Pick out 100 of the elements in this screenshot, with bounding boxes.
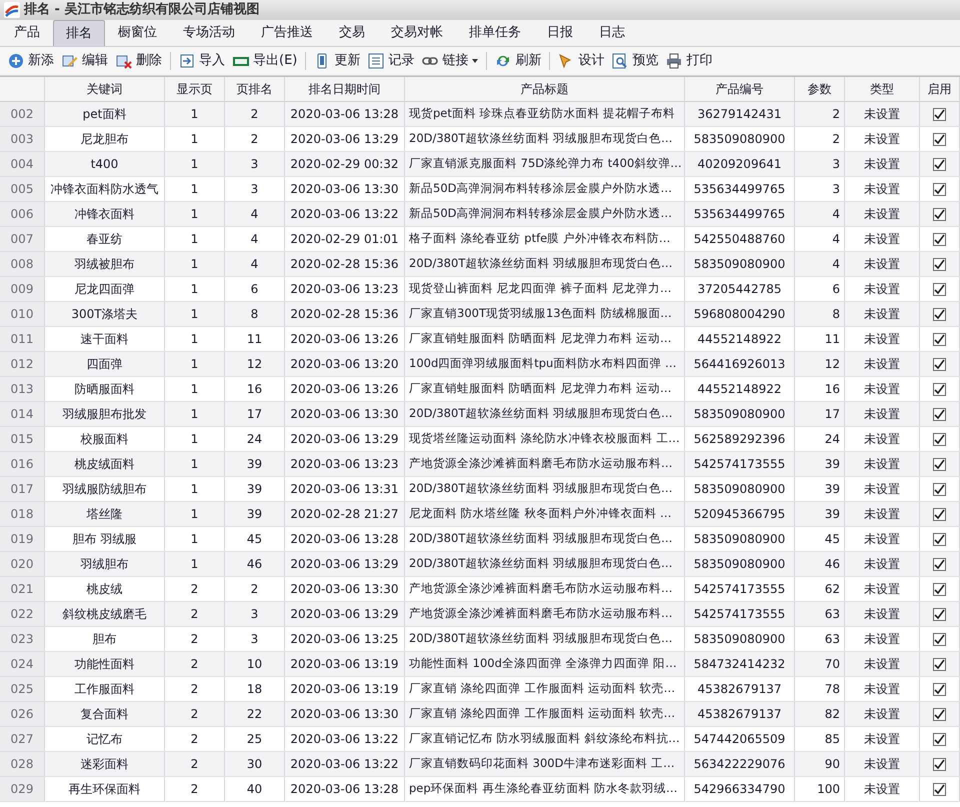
toolbar-button[interactable]: 打印 xyxy=(662,49,716,73)
row-number: 008 xyxy=(0,252,45,276)
checkbox[interactable] xyxy=(933,432,946,446)
column-header[interactable]: 产品标题 xyxy=(405,77,685,101)
checkbox[interactable] xyxy=(933,558,946,570)
table-cell: 新品50D高弹洞洞布料转移涂层金膜户外防水透… xyxy=(405,202,685,226)
table-cell: pet面料 xyxy=(45,102,165,126)
table-cell: 4 xyxy=(225,202,285,226)
menu-tab[interactable]: 广告推送 xyxy=(248,20,326,46)
checkbox[interactable] xyxy=(933,682,946,696)
table-cell: 20D/380T超软涤丝纺面料 羽绒服胆布现货白色… xyxy=(405,477,685,501)
toolbar-button[interactable]: 删除 xyxy=(112,49,166,73)
table-cell: 39 xyxy=(225,502,285,526)
checkbox[interactable] xyxy=(933,258,946,270)
table-cell: 37205442785 xyxy=(685,277,795,301)
column-header[interactable]: 产品编号 xyxy=(685,77,795,101)
checkbox[interactable] xyxy=(933,182,946,196)
table-cell: 542574173555 xyxy=(685,602,795,626)
toolbar-button[interactable]: 刷新 xyxy=(491,49,546,73)
toolbar-button[interactable]: 编辑 xyxy=(58,49,112,73)
table-cell: 1 xyxy=(165,502,225,526)
toolbar-button[interactable]: 导入 xyxy=(175,49,229,73)
table-cell: 1 xyxy=(165,252,225,276)
checkbox[interactable] xyxy=(933,282,946,296)
table-cell: 6 xyxy=(225,277,285,301)
toolbar-button[interactable]: 新添 xyxy=(4,49,58,73)
column-header[interactable]: 排名日期时间 xyxy=(285,77,405,101)
table-cell: 2 xyxy=(225,102,285,126)
checkbox[interactable] xyxy=(933,632,946,646)
table-cell: 2020-03-06 13:31 xyxy=(285,477,405,501)
table-cell: 2 xyxy=(165,677,225,701)
checkbox[interactable] xyxy=(933,358,946,370)
menu-tab[interactable]: 产品 xyxy=(1,20,53,46)
column-header[interactable]: 显示页 xyxy=(165,77,225,101)
row-number: 013 xyxy=(0,377,45,401)
table-cell: 冲锋衣面料防水透气 xyxy=(45,177,165,201)
checkbox[interactable] xyxy=(933,782,946,796)
toolbar-button[interactable]: 预览 xyxy=(608,49,662,73)
checkbox[interactable] xyxy=(933,582,946,596)
checkbox[interactable] xyxy=(933,158,946,170)
column-header[interactable]: 页排名 xyxy=(225,77,285,101)
table-cell: 24 xyxy=(795,427,845,451)
table-cell: 8 xyxy=(795,302,845,326)
menu-tab[interactable]: 排单任务 xyxy=(456,20,534,46)
table-cell: 30 xyxy=(225,752,285,776)
checkbox[interactable] xyxy=(933,408,946,420)
checkbox[interactable] xyxy=(933,508,946,520)
toolbar-button[interactable]: 设计 xyxy=(554,49,608,73)
menu-tab[interactable]: 交易对帐 xyxy=(378,20,456,46)
checkbox[interactable] xyxy=(933,308,946,320)
table-cell: 塔丝隆 xyxy=(45,502,165,526)
table-cell: 未设置 xyxy=(845,152,920,176)
checkbox[interactable] xyxy=(933,608,946,620)
checkbox[interactable] xyxy=(933,458,946,470)
checkbox[interactable] xyxy=(933,658,946,670)
menu-tab[interactable]: 专场活动 xyxy=(170,20,248,46)
table-cell: 未设置 xyxy=(845,502,920,526)
checkbox[interactable] xyxy=(933,482,946,496)
column-header[interactable]: 参数 xyxy=(795,77,845,101)
table-cell: 40209209641 xyxy=(685,152,795,176)
table-cell: 未设置 xyxy=(845,527,920,551)
checkbox[interactable] xyxy=(933,708,946,720)
menu-tab[interactable]: 日志 xyxy=(586,20,638,46)
table-cell: 未设置 xyxy=(845,602,920,626)
menu-tab[interactable]: 橱窗位 xyxy=(105,20,170,46)
checkbox[interactable] xyxy=(933,132,946,146)
column-header[interactable]: 关键词 xyxy=(45,77,165,101)
row-number: 018 xyxy=(0,502,45,526)
checkbox[interactable] xyxy=(933,232,946,246)
table-cell: 85 xyxy=(795,727,845,751)
table-cell: 2 xyxy=(165,752,225,776)
checkbox[interactable] xyxy=(933,732,946,746)
checkbox[interactable] xyxy=(933,332,946,346)
menu-tab[interactable]: 排名 xyxy=(53,20,105,46)
row-number: 017 xyxy=(0,477,45,501)
column-header[interactable]: 类型 xyxy=(845,77,920,101)
menu-tab[interactable]: 交易 xyxy=(326,20,378,46)
toolbar-button[interactable]: 链接 xyxy=(418,49,482,73)
column-header[interactable]: 启用 xyxy=(920,77,960,101)
row-number: 007 xyxy=(0,227,45,251)
table-cell: 39 xyxy=(795,477,845,501)
table-cell: 未设置 xyxy=(845,577,920,601)
row-number: 016 xyxy=(0,452,45,476)
table-cell: 2020-03-06 13:26 xyxy=(285,377,405,401)
table-cell: 斜纹桃皮绒磨毛 xyxy=(45,602,165,626)
table-cell: 3 xyxy=(225,602,285,626)
table-cell: 尼龙胆布 xyxy=(45,127,165,151)
toolbar-button[interactable]: 记录 xyxy=(364,49,418,73)
checkbox[interactable] xyxy=(933,208,946,220)
menu-tab[interactable]: 日报 xyxy=(534,20,586,46)
toolbar-button[interactable]: 导出(E) xyxy=(229,49,302,73)
toolbar-button[interactable]: 更新 xyxy=(310,49,364,73)
checkbox[interactable] xyxy=(933,382,946,396)
checkbox[interactable] xyxy=(933,532,946,546)
table-cell: 520945366795 xyxy=(685,502,795,526)
checkbox[interactable] xyxy=(933,108,946,120)
checkbox[interactable] xyxy=(933,758,946,770)
table-cell: 100 xyxy=(795,777,845,801)
table-cell: 2 xyxy=(165,777,225,801)
table-cell: 2 xyxy=(165,652,225,676)
